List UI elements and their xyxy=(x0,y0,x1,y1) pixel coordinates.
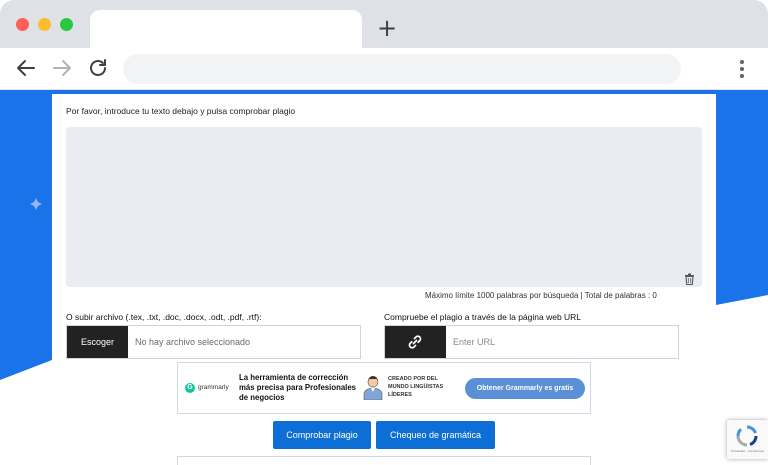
browser-tab[interactable] xyxy=(90,10,362,48)
instruction-text: Por favor, introduce tu texto debajo y p… xyxy=(66,106,296,116)
page-background: Por favor, introduce tu texto debajo y p… xyxy=(0,90,768,465)
address-bar[interactable] xyxy=(123,54,681,84)
url-field xyxy=(384,325,679,359)
url-input[interactable] xyxy=(447,326,677,358)
check-plagiarism-button[interactable]: Comprobar plagio xyxy=(273,421,371,449)
browser-toolbar xyxy=(0,48,768,90)
text-input-area[interactable] xyxy=(66,127,702,287)
person-illustration-icon xyxy=(363,376,383,400)
new-tab-button[interactable]: + xyxy=(377,13,397,43)
close-window-button[interactable] xyxy=(16,18,29,31)
grammar-check-button[interactable]: Chequeo de gramática xyxy=(376,421,495,449)
kebab-menu-icon[interactable] xyxy=(734,58,750,80)
file-upload-field: Escoger No hay archivo seleccionado xyxy=(66,325,361,359)
url-check-label: Compruebe el plagio a través de la págin… xyxy=(384,312,582,322)
recaptcha-terms-text[interactable]: Privacidad - Condiciones xyxy=(729,449,766,453)
recaptcha-icon xyxy=(736,425,758,447)
link-button[interactable] xyxy=(385,326,446,358)
grammarly-ad-banner[interactable]: G grammarly La herramienta de corrección… xyxy=(177,362,591,414)
grammarly-brand-text: grammarly xyxy=(198,384,229,391)
browser-tab-bar: + xyxy=(0,0,768,48)
minimize-window-button[interactable] xyxy=(38,18,51,31)
word-count-text: Máximo límite 1000 palabras por búsqueda… xyxy=(425,291,657,300)
ad-headline: La herramienta de corrección más precisa… xyxy=(239,373,357,402)
file-status-text: No hay archivo seleccionado xyxy=(135,337,251,347)
plagiarism-form-card: Por favor, introduce tu texto debajo y p… xyxy=(52,94,716,465)
recaptcha-badge[interactable]: Privacidad - Condiciones xyxy=(727,420,768,459)
results-box xyxy=(177,456,591,465)
ad-creator-text: CREADO POR DEL MUNDO LINGÜISTAS LÍDERES xyxy=(388,376,444,398)
choose-file-button[interactable]: Escoger xyxy=(67,326,128,358)
maximize-window-button[interactable] xyxy=(60,18,73,31)
back-arrow-icon[interactable] xyxy=(14,56,38,80)
reload-icon[interactable] xyxy=(86,56,110,80)
forward-arrow-icon[interactable] xyxy=(50,56,74,80)
link-icon xyxy=(408,335,422,349)
grammarly-cta-button[interactable]: Obtener Grammarly es gratis xyxy=(465,378,585,399)
trash-icon[interactable] xyxy=(684,273,695,285)
grammarly-logo-icon: G xyxy=(185,383,195,393)
file-upload-label: O subir archivo (.tex, .txt, .doc, .docx… xyxy=(66,312,262,322)
